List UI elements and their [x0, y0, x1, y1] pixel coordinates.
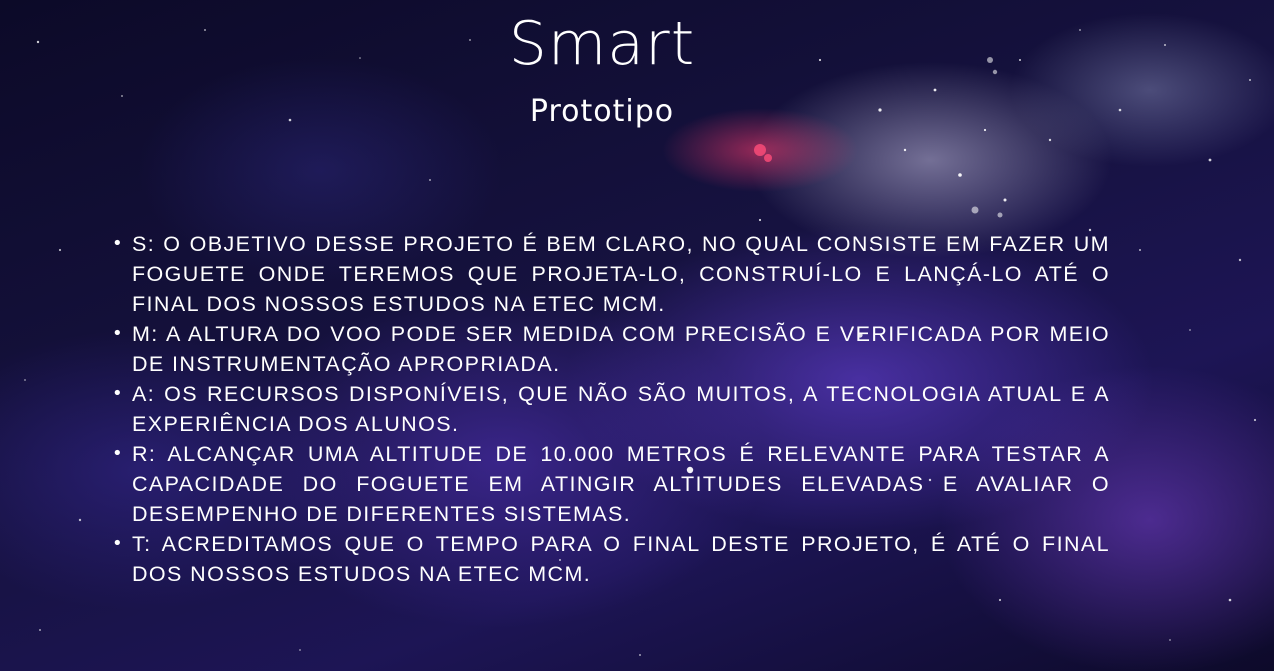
list-item-text: S: O OBJETIVO DESSE PROJETO É BEM CLARO,… — [132, 232, 1110, 316]
bullet-icon: • — [112, 443, 125, 464]
bullet-icon: • — [112, 323, 125, 344]
list-item-a: • A: OS RECURSOS DISPONÍVEIS, QUE NÃO SÃO… — [110, 379, 1110, 439]
list-item-text: R: ALCANÇAR UMA ALTITUDE DE 10.000 METRO… — [132, 442, 1110, 526]
list-item-text: T: ACREDITAMOS QUE O TEMPO PARA O FINAL … — [132, 532, 1110, 586]
bullet-icon: • — [112, 533, 125, 554]
list-item-r: • R: ALCANÇAR UMA ALTITUDE DE 10.000 METR… — [110, 439, 1110, 529]
list-item-m: • M: A ALTURA DO VOO PODE SER MEDIDA COM … — [110, 319, 1110, 379]
bullet-icon: • — [112, 383, 125, 404]
smart-criteria-list: • S: O OBJETIVO DESSE PROJETO É BEM CLARO… — [110, 229, 1110, 589]
list-item-t: • T: ACREDITAMOS QUE O TEMPO PARA O FINAL… — [110, 529, 1110, 589]
list-item-s: • S: O OBJETIVO DESSE PROJETO É BEM CLARO… — [110, 229, 1110, 319]
bullet-icon: • — [112, 233, 125, 254]
list-item-text: A: OS RECURSOS DISPONÍVEIS, QUE NÃO SÃO … — [132, 382, 1110, 436]
list-item-text: M: A ALTURA DO VOO PODE SER MEDIDA COM P… — [132, 322, 1110, 376]
page-title: Smart — [508, 9, 696, 79]
page-subtitle: Prototipo — [529, 94, 675, 129]
